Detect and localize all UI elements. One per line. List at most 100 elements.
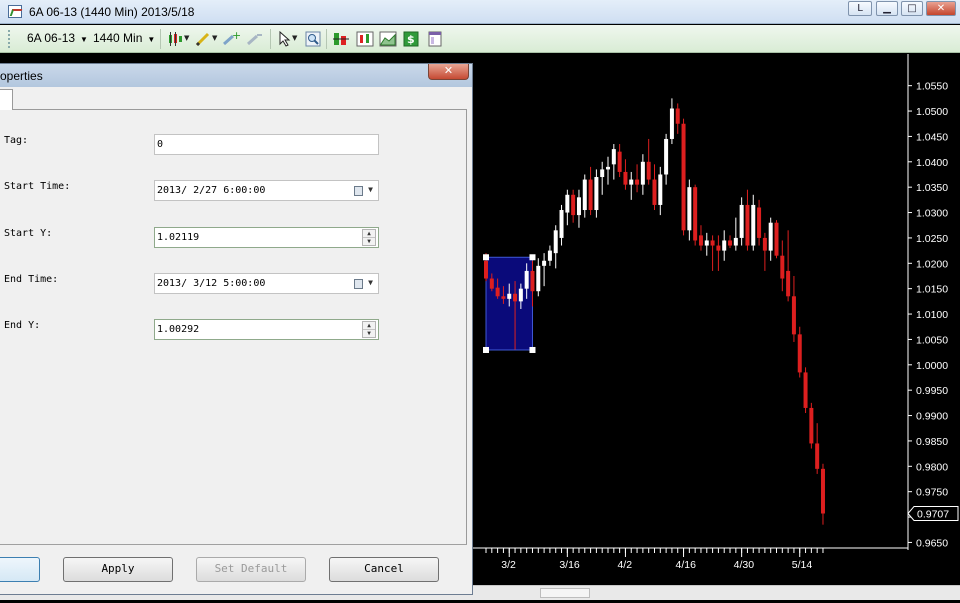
properties-panel: Tag: 0 Start Time: 2013/ 2/27 6:00:00 ▼ … xyxy=(0,110,467,544)
zoom-icon[interactable] xyxy=(304,30,322,48)
dialog-tab[interactable] xyxy=(0,89,13,111)
selection-handle xyxy=(529,346,536,353)
candle-body xyxy=(757,207,762,238)
y-tick-label: 1.0550 xyxy=(916,81,948,93)
chevron-down-icon[interactable]: ▼ xyxy=(292,34,297,42)
ok-button[interactable] xyxy=(0,557,40,582)
candle-body xyxy=(774,222,779,256)
spin-down-icon[interactable]: ▼ xyxy=(363,238,375,246)
chevron-down-icon[interactable]: ▼ xyxy=(184,34,189,42)
pencil-icon[interactable] xyxy=(194,30,212,48)
candle-body xyxy=(611,149,616,165)
end-time-label: End Time: xyxy=(4,274,59,285)
calendar-icon[interactable] xyxy=(354,279,363,289)
chevron-down-icon[interactable]: ▼ xyxy=(368,185,373,194)
svg-text:+: + xyxy=(232,31,240,42)
interval-selector[interactable]: 1440 Min ▼ xyxy=(93,31,155,45)
close-button[interactable]: ✕ xyxy=(926,1,956,16)
start-y-field[interactable]: 1.02119 ▲ ▼ xyxy=(154,227,379,248)
start-time-field[interactable]: 2013/ 2/27 6:00:00 ▼ xyxy=(154,180,379,201)
candle-body xyxy=(681,123,686,231)
chart-style-icon[interactable] xyxy=(356,30,374,48)
candle-body xyxy=(698,235,703,246)
price-chart[interactable]: 1.0550 1.0500 1.0450 1.0400 1.0350 1.0300 1.02… xyxy=(472,54,960,600)
remove-indicator-icon[interactable] xyxy=(246,30,264,48)
panel-icon[interactable] xyxy=(426,30,444,48)
candle-body xyxy=(594,177,599,211)
selection-handle xyxy=(483,346,489,353)
toolbar-grip[interactable] xyxy=(8,30,11,48)
minimize-button[interactable]: ▁ xyxy=(876,1,898,16)
candle-body xyxy=(635,179,640,185)
start-y-value: 1.02119 xyxy=(157,232,200,243)
candle-body xyxy=(617,151,622,172)
start-time-value: 2013/ 2/27 6:00:00 xyxy=(157,185,266,196)
symbol-value: 6A 06-13 xyxy=(27,31,76,45)
candle-body xyxy=(542,260,547,266)
add-indicator-icon[interactable]: + xyxy=(222,30,240,48)
start-y-spinner[interactable]: ▲ ▼ xyxy=(362,229,376,246)
dialog-titlebar[interactable]: operties ✕ xyxy=(0,64,472,87)
chart-app-icon xyxy=(8,5,22,18)
candle-body xyxy=(559,210,564,238)
cancel-button[interactable]: Cancel xyxy=(329,557,439,582)
y-tick-label: 0.9750 xyxy=(916,487,948,499)
price-chart-svg[interactable]: 1.0550 1.0500 1.0450 1.0400 1.0350 1.0300 1.02… xyxy=(472,54,960,600)
toolbar-separator xyxy=(326,29,327,49)
chevron-down-icon[interactable]: ▼ xyxy=(212,34,217,42)
candle-body xyxy=(751,204,756,246)
candle-body xyxy=(710,240,715,246)
tag-field[interactable]: 0 xyxy=(154,134,379,155)
spin-up-icon[interactable]: ▲ xyxy=(363,322,375,330)
set-default-button: Set Default xyxy=(196,557,306,582)
candle-body xyxy=(553,230,558,254)
y-tick-label: 0.9800 xyxy=(916,461,948,473)
candle-body xyxy=(576,197,581,216)
x-tick-label: 5/14 xyxy=(792,559,813,571)
y-tick-label: 0.9650 xyxy=(916,537,948,549)
dialog-button-separator xyxy=(0,544,467,545)
end-y-field[interactable]: 1.00292 ▲ ▼ xyxy=(154,319,379,340)
candle-body xyxy=(530,270,535,292)
candle-body xyxy=(809,407,814,444)
candle-body xyxy=(716,245,721,251)
candle-body xyxy=(565,194,570,213)
y-tick-label: 0.9850 xyxy=(916,436,948,448)
y-tick-label: 1.0150 xyxy=(916,284,948,296)
y-tick-label: 1.0100 xyxy=(916,309,948,321)
x-tick-label: 4/16 xyxy=(676,559,697,571)
apply-button[interactable]: Apply xyxy=(63,557,173,582)
candle-body xyxy=(728,240,733,246)
y-tick-label: 1.0300 xyxy=(916,208,948,220)
spin-down-icon[interactable]: ▼ xyxy=(363,330,375,338)
scrollbar-thumb[interactable] xyxy=(540,588,590,598)
candle-body xyxy=(600,169,605,178)
dialog-close-button[interactable]: ✕ xyxy=(428,64,469,80)
candle-body xyxy=(495,287,500,297)
candle-body xyxy=(762,237,767,251)
svg-text:$: $ xyxy=(407,33,415,46)
maximize-button[interactable]: □ xyxy=(901,1,923,16)
x-tick-label: 4/30 xyxy=(734,559,755,571)
area-chart-icon[interactable] xyxy=(379,30,397,48)
bar-style-icon[interactable] xyxy=(332,30,350,48)
candle-body xyxy=(588,179,593,211)
candle-body xyxy=(513,293,518,302)
window-titlebar: 6A 06-13 (1440 Min) 2013/5/18 L ▁ □ ✕ xyxy=(0,0,960,24)
candle-body xyxy=(652,179,657,205)
symbol-selector[interactable]: 6A 06-13 ▼ xyxy=(27,31,88,45)
calendar-icon[interactable] xyxy=(354,186,363,196)
end-y-spinner[interactable]: ▲ ▼ xyxy=(362,321,376,338)
spin-up-icon[interactable]: ▲ xyxy=(363,230,375,238)
candle-body xyxy=(669,108,674,139)
candle-body xyxy=(582,179,587,211)
lock-button[interactable]: L xyxy=(848,1,872,16)
candle-body xyxy=(797,334,802,373)
dollar-icon[interactable]: $ xyxy=(402,30,420,48)
candlestick-icon[interactable] xyxy=(166,30,184,48)
candle-body xyxy=(820,468,825,514)
y-tick-label: 1.0250 xyxy=(916,233,948,245)
end-time-field[interactable]: 2013/ 3/12 5:00:00 ▼ xyxy=(154,273,379,294)
candle-body xyxy=(571,194,576,216)
chevron-down-icon[interactable]: ▼ xyxy=(368,278,373,287)
